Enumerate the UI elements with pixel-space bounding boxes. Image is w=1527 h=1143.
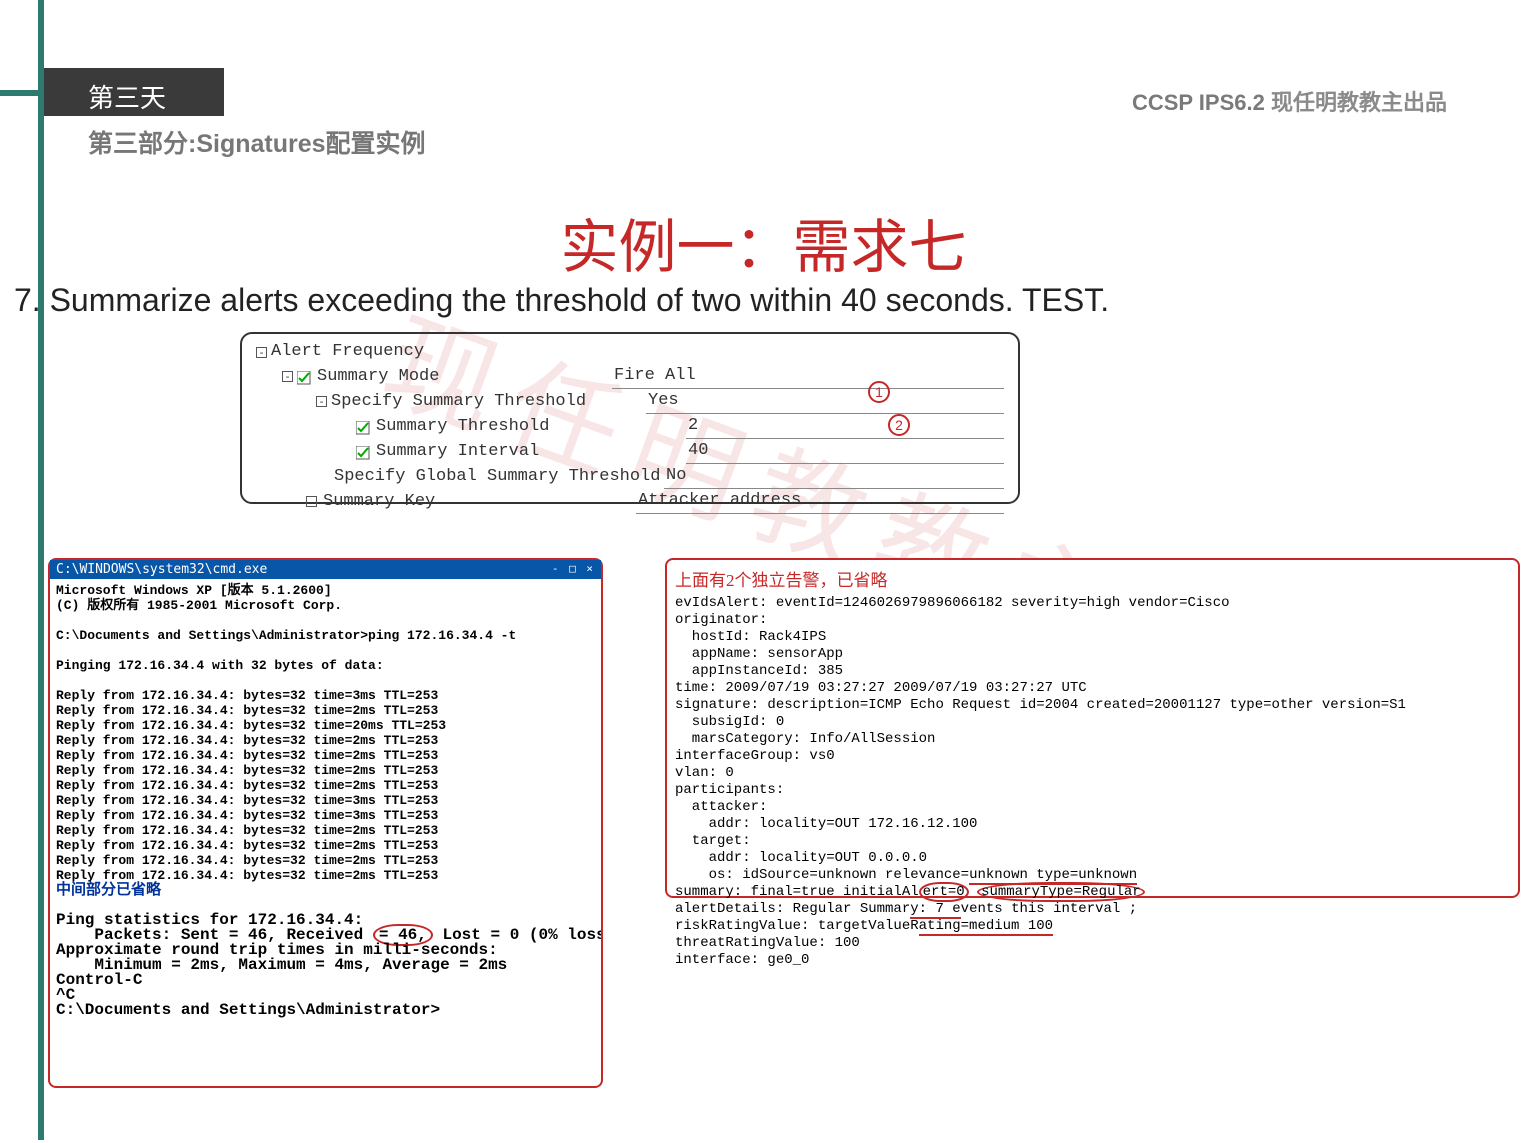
collapse-icon[interactable]: - (282, 371, 293, 382)
omitted-note: 中间部分已省略 (56, 882, 161, 899)
specify-threshold-label: Specify Summary Threshold (331, 390, 586, 414)
events-highlight: y: 7 e (910, 901, 960, 919)
summary-type-highlight: summaryType=Regular (977, 882, 1145, 902)
summary-threshold-label: Summary Threshold (376, 415, 549, 439)
specify-global-label: Specify Global Summary Threshold (334, 465, 660, 489)
header-right: CCSP IPS6.2 现任明教教主出品 (1132, 85, 1447, 117)
config-tree-panel: -Alert Frequency -Summary Mode Fire All … (240, 332, 1020, 504)
window-buttons-icon[interactable]: - □ × (552, 562, 595, 577)
arrow-icon (604, 700, 664, 702)
checkbox-checked-icon[interactable] (297, 370, 311, 384)
alert-body: evIdsAlert: eventId=1246026979896066182 … (675, 595, 1510, 969)
publisher: 现任明教教主出品 (1271, 90, 1447, 115)
tree-root: Alert Frequency (271, 340, 424, 364)
checkbox-unchecked-icon[interactable] (306, 496, 317, 507)
checkbox-checked-icon[interactable] (356, 420, 370, 434)
alert-panel: 上面有2个独立告警，已省略 evIdsAlert: eventId=124602… (665, 558, 1520, 898)
summary-mode-label: Summary Mode (317, 365, 439, 389)
collapse-icon[interactable]: - (256, 347, 267, 358)
day-title: 第三天 (88, 78, 166, 115)
collapse-icon[interactable]: - (316, 396, 327, 407)
specify-threshold-value[interactable]: Yes (646, 389, 1004, 414)
main-title: 实例一：需求七 (0, 200, 1527, 284)
rating-highlight: ating=medium 100 (919, 918, 1053, 936)
part-title: 第三部分:Signatures配置实例 (88, 124, 426, 160)
alert-head: 上面有2个独立告警，已省略 (675, 566, 1510, 591)
requirement-text: 7. Summarize alerts exceeding the thresh… (14, 282, 1109, 319)
cmd-output: Microsoft Windows XP [版本 5.1.2600] (C) 版… (50, 579, 601, 1022)
marker-circle-2: 2 (888, 414, 910, 436)
initial-alert-highlight: ert=0 (919, 882, 969, 902)
summary-interval-label: Summary Interval (376, 440, 539, 464)
marker-circle-1: 1 (868, 381, 890, 403)
summary-key-label: Summary Key (323, 490, 435, 514)
summary-interval-value[interactable]: 40 (686, 439, 1004, 464)
summary-key-value[interactable]: Attacker address (636, 489, 1004, 514)
checkbox-checked-icon[interactable] (356, 445, 370, 459)
cmd-window: C:\WINDOWS\system32\cmd.exe - □ × Micros… (48, 558, 603, 1088)
cmd-title-text: C:\WINDOWS\system32\cmd.exe (56, 562, 267, 577)
summary-threshold-value[interactable]: 2 (686, 414, 1004, 439)
specify-global-value[interactable]: No (664, 464, 1004, 489)
course-code: CCSP IPS6.2 (1132, 90, 1265, 115)
summary-mode-value[interactable]: Fire All (612, 364, 1004, 389)
cmd-titlebar: C:\WINDOWS\system32\cmd.exe - □ × (50, 560, 601, 579)
border-left (0, 90, 38, 96)
